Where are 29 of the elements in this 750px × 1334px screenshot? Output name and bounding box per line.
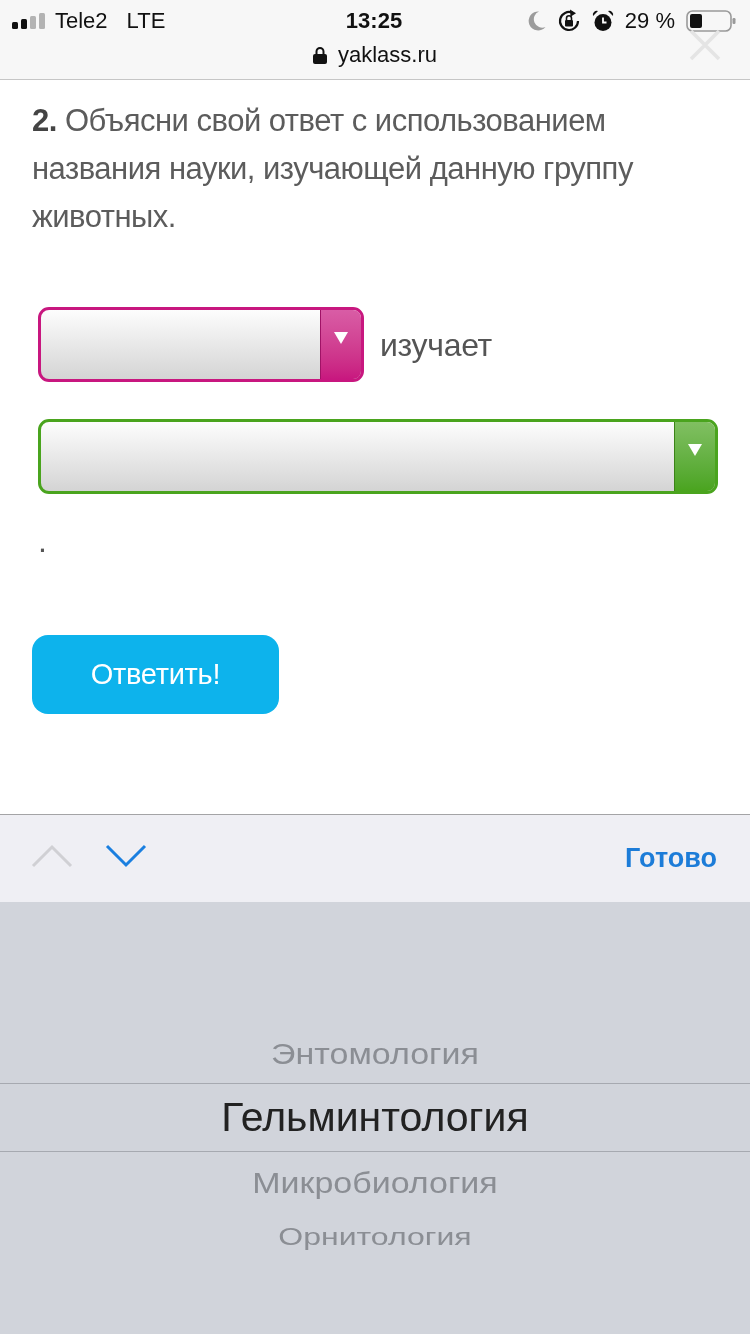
battery-icon bbox=[686, 10, 736, 32]
done-button[interactable]: Готово bbox=[625, 843, 717, 874]
submit-button[interactable]: Ответить! bbox=[32, 635, 279, 714]
chevron-up-icon bbox=[31, 843, 73, 868]
picker-option[interactable]: Микробиология bbox=[0, 1152, 750, 1212]
question-text: 2. Объясни свой ответ с использованием названия науки, изучающей данную группу животных. bbox=[32, 102, 635, 236]
chevron-down-icon bbox=[105, 843, 147, 868]
next-field-button[interactable] bbox=[105, 843, 147, 868]
network-type: LTE bbox=[126, 8, 166, 34]
rotation-lock-icon bbox=[556, 9, 581, 33]
lock-icon bbox=[312, 46, 327, 64]
moon-icon bbox=[527, 11, 546, 31]
select-field[interactable] bbox=[38, 419, 718, 494]
picker-option[interactable]: Энтомология bbox=[0, 1023, 750, 1083]
caret-icon bbox=[334, 332, 348, 344]
picker-wheel[interactable]: Энтомология Гельминтология Микробиология Орнитология bbox=[0, 902, 750, 1334]
picker-option[interactable]: Орнитология bbox=[0, 1212, 750, 1262]
picker-option[interactable]: Гельминтология bbox=[0, 1083, 750, 1152]
answer-text: . bbox=[38, 522, 47, 561]
carrier-name: Tele2 bbox=[55, 8, 108, 34]
signal-icon bbox=[12, 13, 46, 29]
answer-text: изучает bbox=[380, 325, 492, 365]
close-icon[interactable] bbox=[689, 29, 721, 61]
url-text[interactable]: yaklass.ru bbox=[337, 42, 437, 68]
clock-time: 13:25 bbox=[345, 8, 403, 34]
alarm-clock-icon bbox=[591, 10, 614, 32]
caret-icon bbox=[688, 444, 702, 456]
select-field[interactable] bbox=[38, 307, 364, 382]
battery-percent: 29 % bbox=[624, 8, 675, 34]
